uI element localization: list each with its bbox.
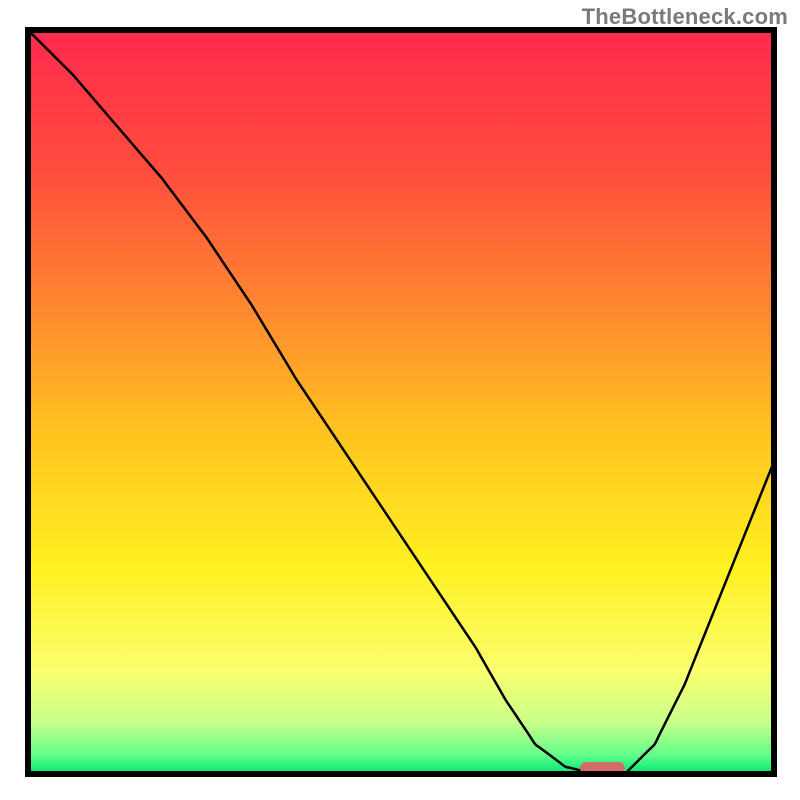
watermark-text: TheBottleneck.com [582,4,788,30]
bottleneck-chart [0,0,800,800]
